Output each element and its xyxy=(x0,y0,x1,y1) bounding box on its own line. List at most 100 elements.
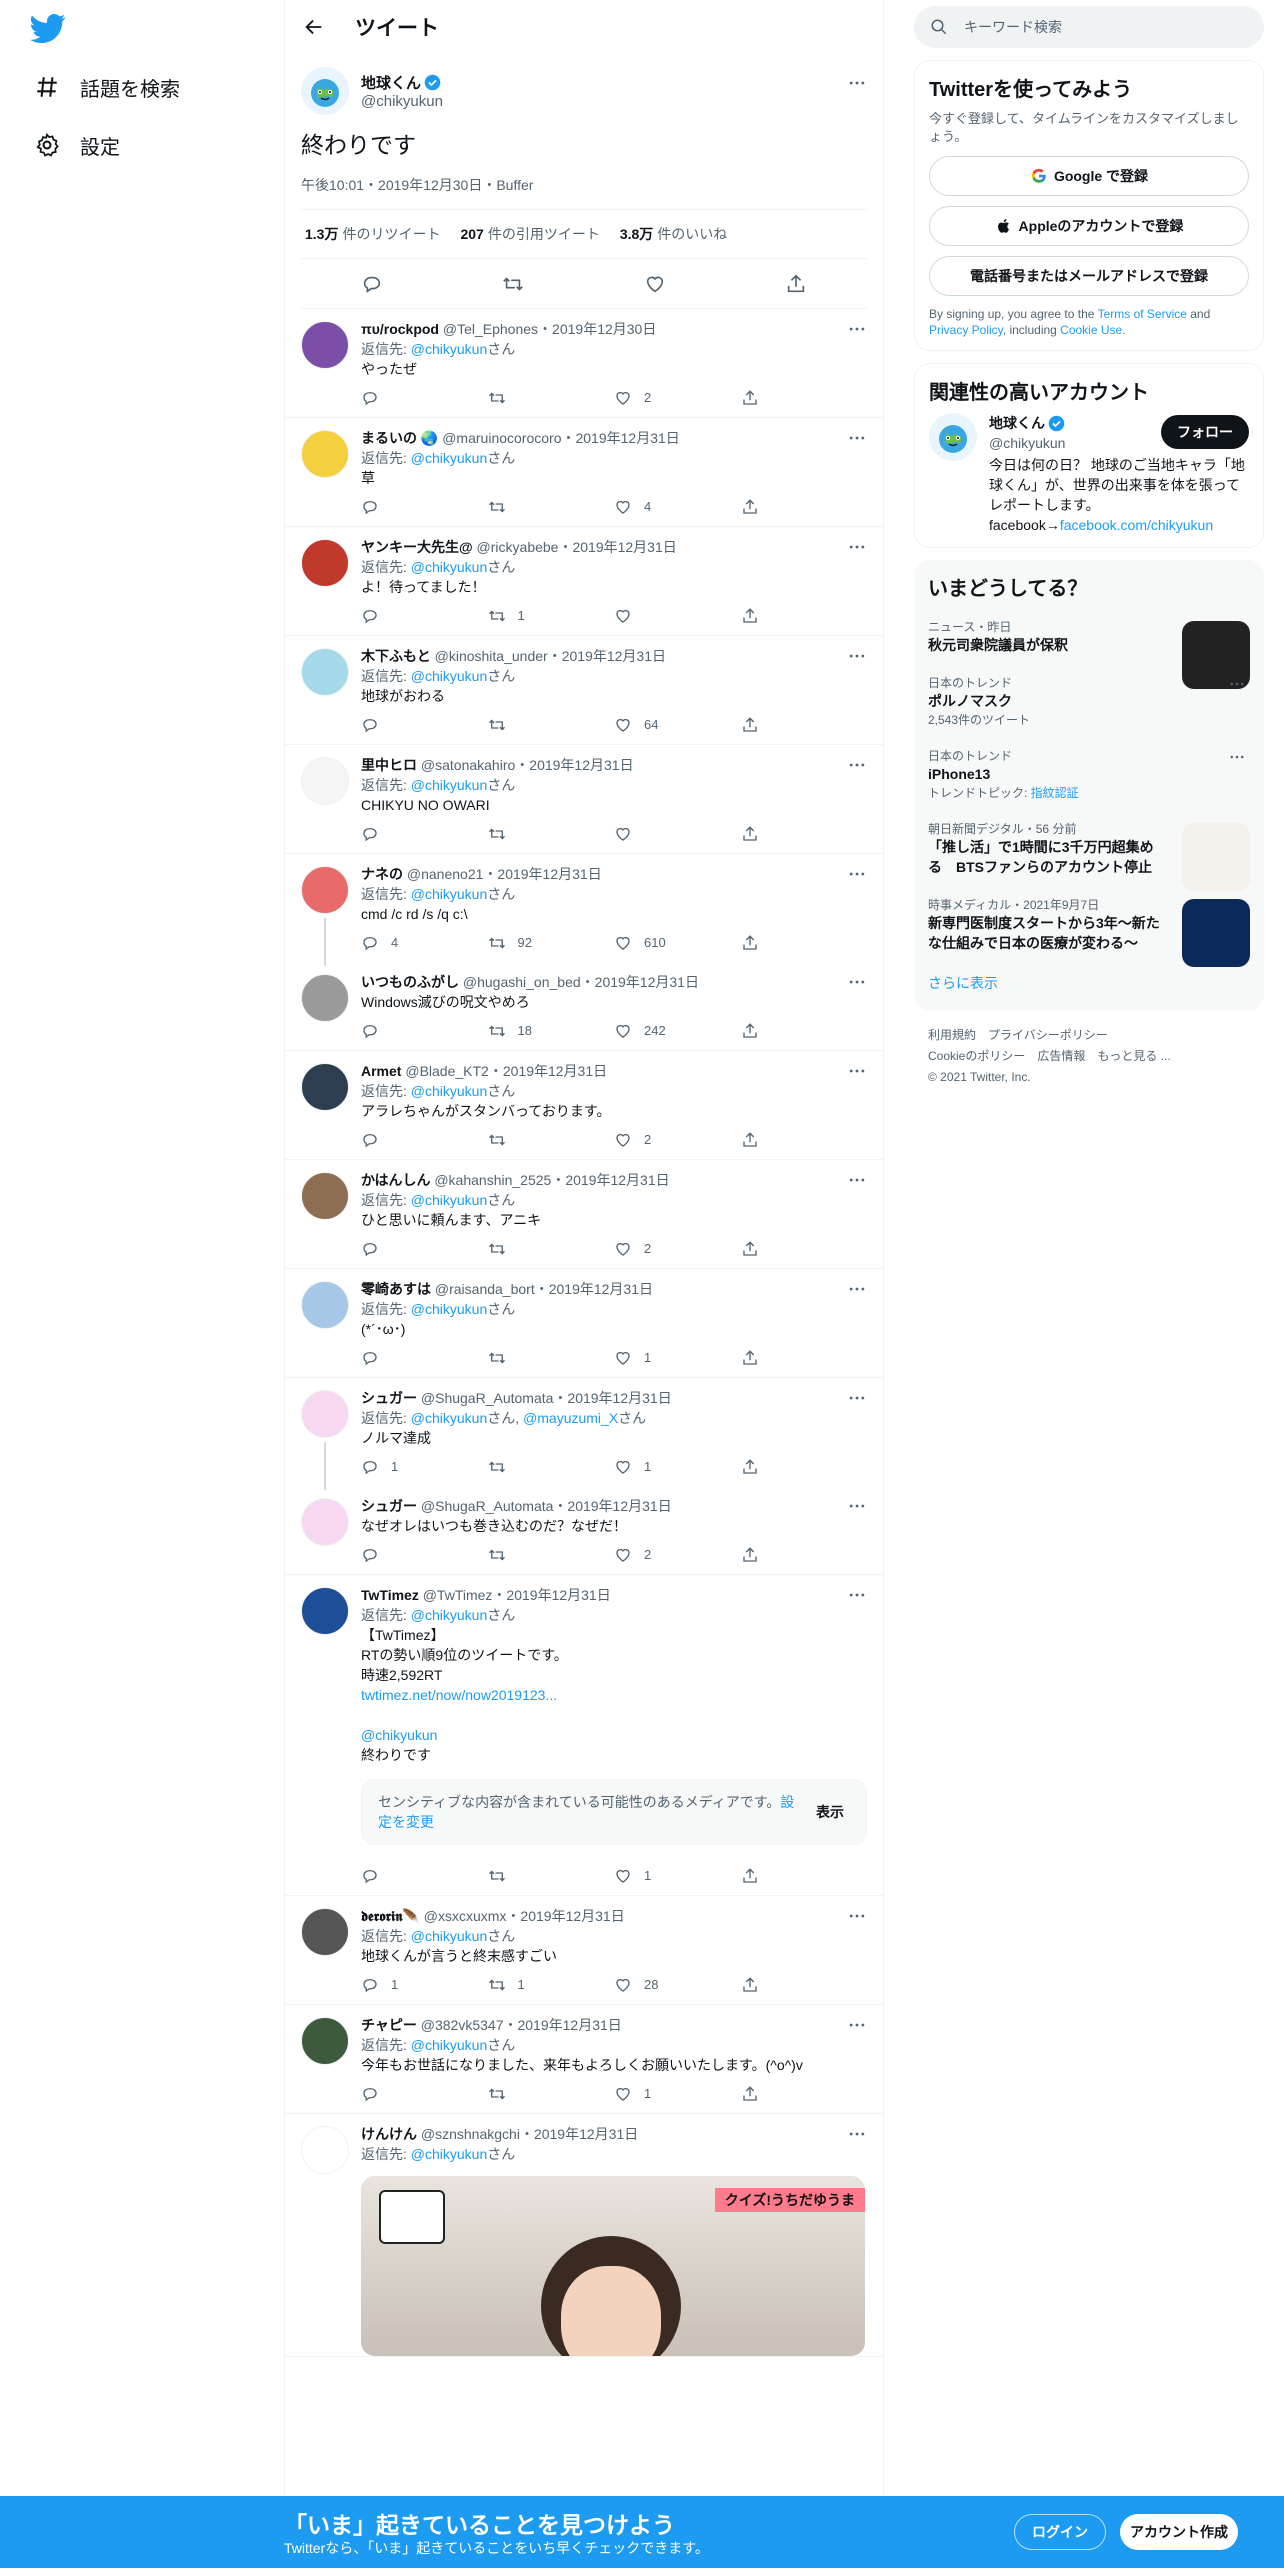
author-name[interactable]: Armet xyxy=(361,1063,401,1079)
reply-action[interactable] xyxy=(361,825,488,843)
relevant-account[interactable]: 地球くん @chikyukun 今日は何の日？ 地球のご当地キャラ「地球くん」が… xyxy=(929,413,1249,535)
more-icon[interactable] xyxy=(1228,675,1246,693)
quote-count[interactable]: 207 件の引用ツイート xyxy=(460,224,599,244)
more-icon[interactable] xyxy=(847,2015,867,2035)
more-icon[interactable] xyxy=(847,1906,867,1926)
retweet-count[interactable]: 1.3万 件のリツイート xyxy=(305,224,440,244)
reply-icon[interactable] xyxy=(361,273,383,295)
share-action[interactable] xyxy=(741,1131,868,1149)
retweet-action[interactable] xyxy=(488,389,615,407)
tweet-time[interactable]: 午後10:01 xyxy=(301,177,364,193)
more-icon[interactable] xyxy=(847,646,867,666)
tweet-date[interactable]: 2019年12月31日 xyxy=(549,1281,653,1297)
author-handle[interactable]: @kahanshin_2525 xyxy=(434,1172,551,1188)
show-media-button[interactable]: 表示 xyxy=(810,1802,850,1822)
tweet-date[interactable]: 2019年12月31日 xyxy=(534,2126,638,2142)
mention-link[interactable]: @chikyukun xyxy=(411,341,487,357)
share-action[interactable] xyxy=(741,607,868,625)
retweet-action[interactable] xyxy=(488,1240,615,1258)
footer-line1[interactable]: 利用規約 プライバシーポリシー xyxy=(928,1025,1250,1046)
trend-item[interactable]: 日本のトレンド iPhone13 トレンドトピック: 指紋認証 xyxy=(928,738,1250,811)
share-action[interactable] xyxy=(741,1546,868,1564)
retweet-action[interactable] xyxy=(488,1546,615,1564)
apple-signup-button[interactable]: Appleのアカウントで登録 xyxy=(929,206,1249,246)
more-icon[interactable] xyxy=(847,1496,867,1516)
more-icon[interactable] xyxy=(847,73,867,93)
more-icon[interactable] xyxy=(847,2124,867,2144)
avatar[interactable] xyxy=(301,2126,349,2174)
tweet-date[interactable]: 2019年12月31日 xyxy=(503,1063,607,1079)
retweet-action[interactable]: 92 xyxy=(488,933,615,953)
more-icon[interactable] xyxy=(847,428,867,448)
login-button[interactable]: ログイン xyxy=(1014,2514,1106,2550)
reply-tweet[interactable]: シュガー @ShugaR_Automata・2019年12月31日 なぜオレはいつ… xyxy=(285,1486,883,1575)
reply-action[interactable] xyxy=(361,1349,488,1367)
share-action[interactable] xyxy=(741,716,868,734)
tweet-date[interactable]: 2019年12月31日 xyxy=(567,1498,671,1514)
like-action[interactable]: 2 xyxy=(614,388,741,408)
more-icon[interactable] xyxy=(847,864,867,884)
tweet-date[interactable]: 2019年12月31日 xyxy=(595,974,699,990)
mention-link[interactable]: @chikyukun xyxy=(411,668,487,684)
reply-action[interactable]: 1 xyxy=(361,1975,488,1995)
reply-tweet[interactable]: 里中ヒロ @satonakahiro・2019年12月31日 返信先: @chik… xyxy=(285,745,883,854)
author-name[interactable]: かはんしん xyxy=(361,1172,430,1188)
privacy-link[interactable]: Privacy Policy xyxy=(929,323,1003,337)
avatar[interactable] xyxy=(301,321,349,369)
share-action[interactable] xyxy=(741,934,868,952)
mention-link[interactable]: @chikyukun xyxy=(411,2037,487,2053)
reply-tweet[interactable]: πυ/rockpod @Tel_Ephones・2019年12月30日 返信先: … xyxy=(285,309,883,418)
like-action[interactable]: 2 xyxy=(614,1239,741,1259)
like-action[interactable]: 610 xyxy=(614,933,741,953)
like-action[interactable]: 2 xyxy=(614,1130,741,1150)
tweet-date[interactable]: 2019年12月31日 xyxy=(520,1908,624,1924)
avatar[interactable] xyxy=(301,1908,349,1956)
tweet-date[interactable]: 2019年12月31日 xyxy=(565,1172,669,1188)
reply-tweet[interactable]: 𝖉𝖊𝖗𝖔𝖗𝖎𝖓🪶 @xsxcxuxmx・2019年12月31日 返信先: @chi… xyxy=(285,1896,883,2005)
reply-action[interactable] xyxy=(361,1131,488,1149)
nav-explore[interactable]: 話題を検索 xyxy=(34,63,180,111)
like-action[interactable]: 64 xyxy=(614,715,741,735)
show-more-link[interactable]: さらに表示 xyxy=(928,963,1250,999)
retweet-action[interactable]: 18 xyxy=(488,1021,615,1041)
author-handle[interactable]: @ShugaR_Automata xyxy=(421,1498,554,1514)
author-name[interactable]: 里中ヒロ xyxy=(361,757,417,773)
reply-tweet[interactable]: チャピー @382vk5347・2019年12月31日 返信先: @chikyuk… xyxy=(285,2005,883,2114)
reply-action[interactable] xyxy=(361,607,488,625)
avatar[interactable] xyxy=(301,430,349,478)
author-name[interactable]: シュガー xyxy=(361,1498,417,1514)
author-handle[interactable]: @naneno21 xyxy=(407,866,484,882)
mention-link[interactable]: @chikyukun xyxy=(411,450,487,466)
more-icon[interactable] xyxy=(847,1061,867,1081)
share-action[interactable] xyxy=(741,1976,868,1994)
more-icon[interactable] xyxy=(847,1585,867,1605)
mention-link[interactable]: @chikyukun xyxy=(411,777,487,793)
reply-tweet[interactable]: 零崎あすは @raisanda_bort・2019年12月31日 返信先: @ch… xyxy=(285,1269,883,1378)
reply-action[interactable] xyxy=(361,1240,488,1258)
mention-link[interactable]: @chikyukun xyxy=(411,1928,487,1944)
share-action[interactable] xyxy=(741,1240,868,1258)
avatar[interactable] xyxy=(301,1587,349,1635)
mention-link[interactable]: @chikyukun xyxy=(411,2146,487,2162)
like-action[interactable]: 28 xyxy=(614,1975,741,1995)
retweet-action[interactable] xyxy=(488,1349,615,1367)
reply-action[interactable]: 4 xyxy=(361,933,488,953)
retweet-action[interactable]: 1 xyxy=(488,606,615,626)
like-action[interactable]: 1 xyxy=(614,1348,741,1368)
avatar[interactable] xyxy=(301,2017,349,2065)
retweet-icon[interactable] xyxy=(502,273,524,295)
tweet-date[interactable]: 2019年12月31日 xyxy=(529,757,633,773)
tweet-date[interactable]: 2019年12月31日 xyxy=(572,539,676,555)
author-name[interactable]: 零崎あすは xyxy=(361,1281,431,1297)
tos-link[interactable]: Terms of Service xyxy=(1098,307,1187,321)
author-name[interactable]: けんけん xyxy=(361,2126,417,2142)
like-count[interactable]: 3.8万 件のいいね xyxy=(620,224,727,244)
author-handle[interactable]: @kinoshita_under xyxy=(435,648,548,664)
reply-action[interactable] xyxy=(361,1022,488,1040)
mention-link[interactable]: @chikyukun xyxy=(411,1192,487,1208)
like-action[interactable]: 2 xyxy=(614,1545,741,1565)
author-handle[interactable]: @sznshnakgchi xyxy=(421,2126,520,2142)
author-name[interactable]: ヤンキー大先生@ xyxy=(361,539,473,555)
more-icon[interactable] xyxy=(847,1388,867,1408)
back-arrow-icon[interactable] xyxy=(303,16,325,38)
